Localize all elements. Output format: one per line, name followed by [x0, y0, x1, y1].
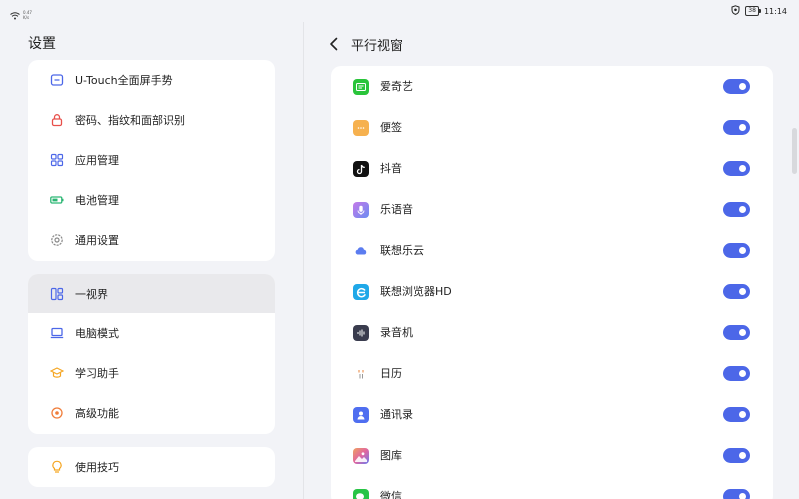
wechat-icon	[353, 489, 369, 499]
list-item: 日历	[331, 353, 773, 394]
list-item: 微信	[331, 476, 773, 499]
app-name: 联想浏览器HD	[380, 285, 452, 298]
list-item: 便签	[331, 107, 773, 148]
scrollbar[interactable]	[792, 128, 797, 174]
detail-header: 平行视窗	[322, 32, 403, 56]
settings-group-1: U-Touch全面屏手势 密码、指纹和面部识别 应用管理 电池管理 通用设置	[28, 60, 275, 261]
graduation-cap-icon	[50, 366, 64, 380]
menu-item-battery[interactable]: 电池管理	[28, 180, 275, 220]
list-item: 联想乐云	[331, 230, 773, 271]
app-name: 图库	[380, 449, 402, 462]
douyin-icon	[353, 161, 369, 177]
list-item: 通讯录	[331, 394, 773, 435]
recorder-icon	[353, 325, 369, 341]
toggle-switch[interactable]	[723, 407, 750, 422]
menu-item-one-vision[interactable]: 一视界	[28, 274, 275, 313]
menu-item-label: 使用技巧	[75, 461, 119, 474]
split-view-icon	[50, 287, 64, 301]
list-item: 爱奇艺	[331, 66, 773, 107]
gesture-icon	[50, 73, 64, 87]
toggle-switch[interactable]	[723, 202, 750, 217]
toggle-switch[interactable]	[723, 243, 750, 258]
toggle-switch[interactable]	[723, 284, 750, 299]
calendar-icon	[353, 366, 369, 382]
status-right: 38 11:14	[731, 5, 787, 17]
menu-item-label: 通用设置	[75, 234, 119, 247]
app-name: 抖音	[380, 162, 402, 175]
menu-item-general[interactable]: 通用设置	[28, 220, 275, 260]
voice-assistant-icon	[353, 202, 369, 218]
gallery-icon	[353, 448, 369, 464]
chevron-left-icon	[330, 37, 338, 51]
toggle-switch[interactable]	[723, 448, 750, 463]
settings-group-3: 使用技巧	[28, 447, 275, 487]
location-icon	[731, 5, 740, 17]
lightbulb-icon	[50, 460, 64, 474]
gear-icon	[50, 233, 64, 247]
settings-sidebar: 设置 U-Touch全面屏手势 密码、指纹和面部识别 应用管理 电池管理 通用设…	[0, 0, 303, 499]
lock-icon	[50, 113, 64, 127]
browser-icon	[353, 284, 369, 300]
menu-item-label: 高级功能	[75, 407, 119, 420]
app-name: 便签	[380, 121, 402, 134]
menu-item-label: 应用管理	[75, 154, 119, 167]
app-list: 爱奇艺 便签 抖音 乐语音 联想乐云 联想浏览器HD 录音机 日历 通讯录 图库…	[331, 66, 773, 499]
app-name: 爱奇艺	[380, 80, 413, 93]
toggle-switch[interactable]	[723, 325, 750, 340]
menu-item-label: 电脑模式	[75, 327, 119, 340]
menu-item-tips[interactable]: 使用技巧	[28, 447, 275, 487]
app-name: 乐语音	[380, 203, 413, 216]
menu-item-advanced[interactable]: 高级功能	[28, 393, 275, 433]
settings-group-2: 一视界 电脑模式 学习助手 高级功能	[28, 274, 275, 434]
notes-icon	[353, 120, 369, 136]
app-name: 通讯录	[380, 408, 413, 421]
app-name: 录音机	[380, 326, 413, 339]
detail-title: 平行视窗	[351, 38, 404, 54]
cloud-icon	[353, 243, 369, 259]
battery-indicator: 38	[745, 6, 761, 16]
toggle-switch[interactable]	[723, 79, 750, 94]
menu-item-app-management[interactable]: 应用管理	[28, 140, 275, 180]
menu-item-label: 电池管理	[75, 194, 119, 207]
panel-divider	[303, 22, 304, 499]
menu-item-password[interactable]: 密码、指纹和面部识别	[28, 100, 275, 140]
menu-item-label: 密码、指纹和面部识别	[75, 114, 185, 127]
battery-icon	[50, 193, 64, 207]
toggle-switch[interactable]	[723, 489, 750, 499]
toggle-switch[interactable]	[723, 161, 750, 176]
app-name: 联想乐云	[380, 244, 424, 257]
menu-item-study-assistant[interactable]: 学习助手	[28, 353, 275, 393]
back-button[interactable]	[322, 32, 346, 56]
menu-item-label: U-Touch全面屏手势	[75, 74, 173, 87]
apps-grid-icon	[50, 153, 64, 167]
menu-item-label: 学习助手	[75, 367, 119, 380]
menu-item-utouch[interactable]: U-Touch全面屏手势	[28, 60, 275, 100]
menu-item-pc-mode[interactable]: 电脑模式	[28, 313, 275, 353]
list-item: 图库	[331, 435, 773, 476]
page-title: 设置	[28, 36, 56, 52]
iqiyi-icon	[353, 79, 369, 95]
app-name: 微信	[380, 490, 402, 499]
toggle-switch[interactable]	[723, 120, 750, 135]
menu-item-label: 一视界	[75, 287, 108, 301]
contacts-icon	[353, 407, 369, 423]
list-item: 乐语音	[331, 189, 773, 230]
laptop-icon	[50, 326, 64, 340]
list-item: 联想浏览器HD	[331, 271, 773, 312]
list-item: 抖音	[331, 148, 773, 189]
app-name: 日历	[380, 367, 402, 380]
advanced-features-icon	[50, 406, 64, 420]
clock: 11:14	[763, 6, 787, 16]
toggle-switch[interactable]	[723, 366, 750, 381]
list-item: 录音机	[331, 312, 773, 353]
